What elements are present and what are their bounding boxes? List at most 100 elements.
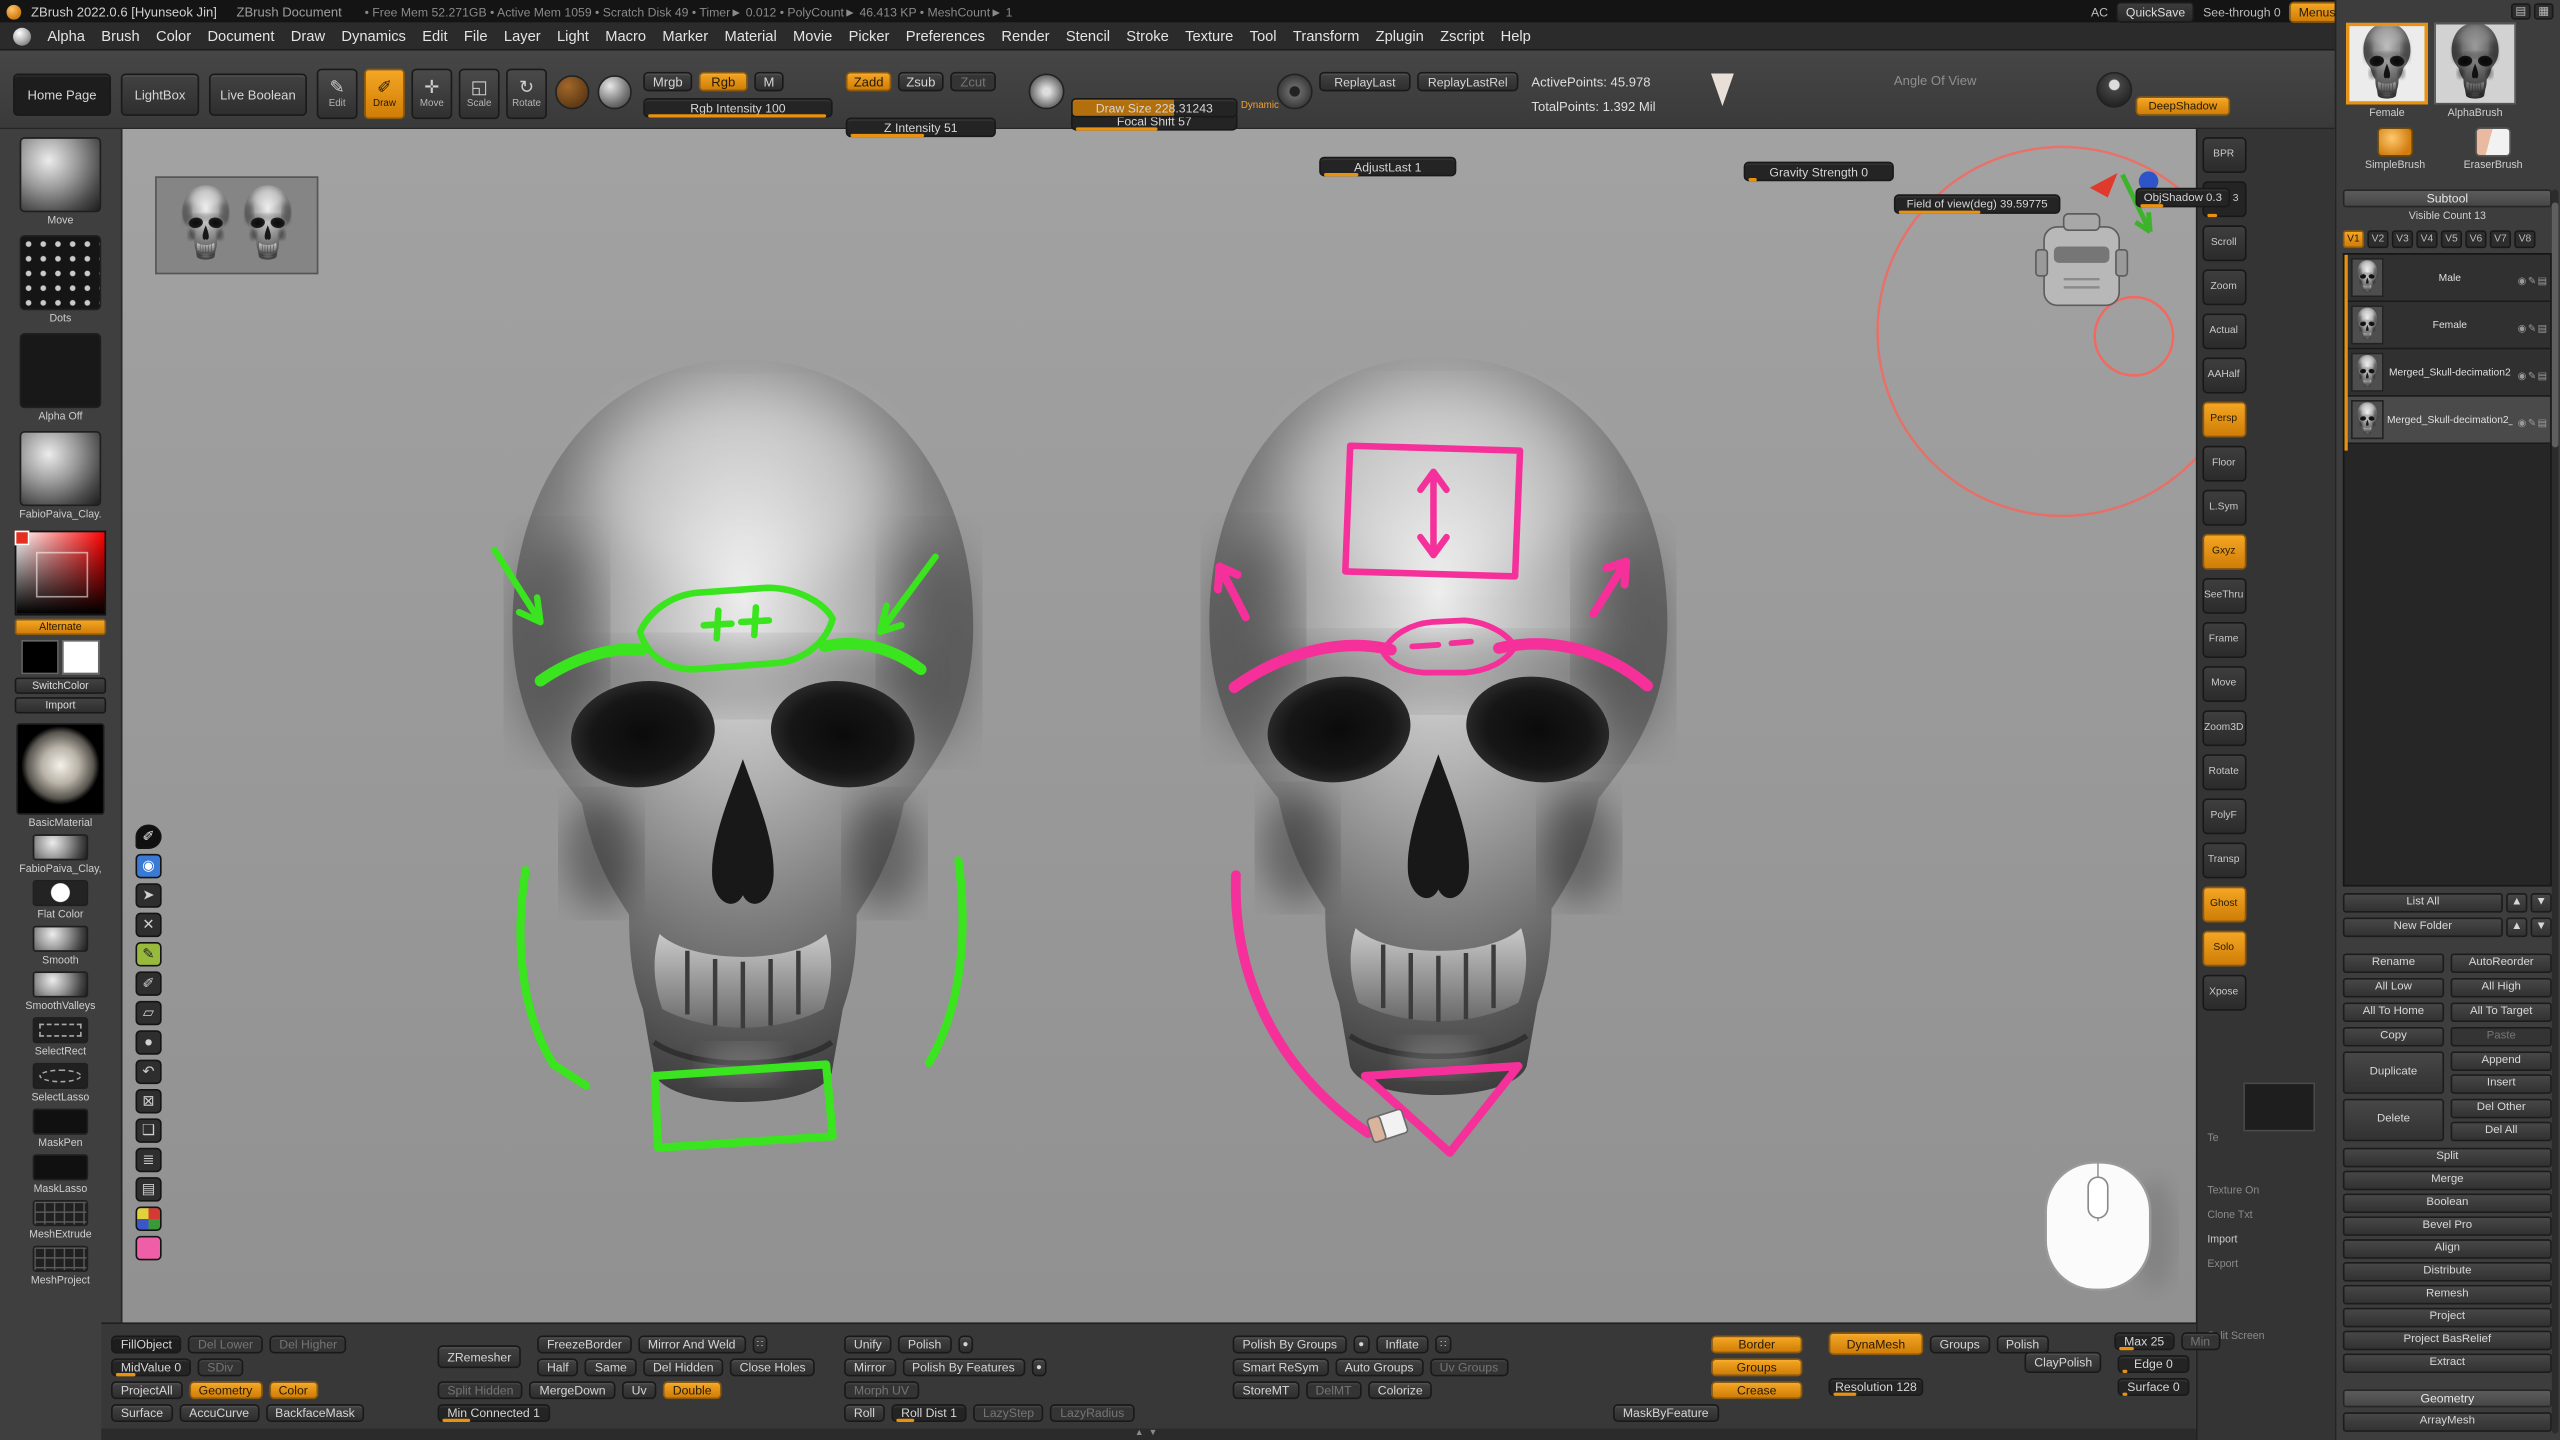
- option-slider[interactable]: Max 25: [2114, 1332, 2174, 1350]
- delete-button[interactable]: Delete: [2343, 1099, 2444, 1141]
- subtool-row[interactable]: Merged_Skull-decimation2 ◉✎▤: [2344, 349, 2550, 396]
- option-button[interactable]: Morph UV: [844, 1381, 919, 1399]
- paint-icon[interactable]: ✎: [2528, 372, 2536, 382]
- rotate-mode-button[interactable]: ↻ Rotate: [506, 69, 547, 120]
- append-button[interactable]: Append: [2451, 1051, 2552, 1071]
- solo-toggle[interactable]: Solo: [2202, 931, 2246, 967]
- zremesher-button[interactable]: ZRemesher: [438, 1345, 522, 1368]
- menu-item[interactable]: Layer: [504, 28, 541, 44]
- move-up-button[interactable]: ▲: [2506, 893, 2527, 913]
- del-all-button[interactable]: Del All: [2451, 1122, 2552, 1142]
- resolution-slider[interactable]: Resolution 128: [1829, 1378, 1924, 1396]
- dot-brush-icon[interactable]: ●: [136, 1030, 162, 1054]
- menu-item[interactable]: Light: [557, 28, 589, 44]
- menu-item[interactable]: Stencil: [1066, 28, 1110, 44]
- option-button[interactable]: Uv: [622, 1381, 657, 1399]
- option-button[interactable]: LazyRadius: [1050, 1404, 1134, 1422]
- tool-panel-scrollbar[interactable]: [2552, 189, 2559, 1433]
- secondary-color-swatch[interactable]: [62, 640, 100, 674]
- subtool-version-tab[interactable]: V5: [2441, 230, 2462, 248]
- menu-item[interactable]: Dynamics: [341, 28, 406, 44]
- mrgb-button[interactable]: Mrgb: [643, 72, 692, 92]
- option-button[interactable]: Half: [537, 1358, 578, 1376]
- xpose-button[interactable]: Xpose: [2202, 975, 2246, 1011]
- option-button[interactable]: Roll: [844, 1404, 885, 1422]
- menu-item[interactable]: Zplugin: [1376, 28, 1424, 44]
- local-symmetry-toggle[interactable]: L.Sym: [2202, 490, 2246, 526]
- current-tool-thumb[interactable]: [2346, 23, 2428, 105]
- menu-item[interactable]: Color: [156, 28, 191, 44]
- all-low-button[interactable]: All Low: [2343, 978, 2444, 998]
- menu-item[interactable]: Material: [724, 28, 776, 44]
- subtool-header[interactable]: Subtool: [2343, 189, 2552, 207]
- left-skull-model[interactable]: [512, 360, 973, 1102]
- option-button[interactable]: Auto Groups: [1335, 1358, 1423, 1376]
- z-intensity-slider[interactable]: Z Intensity 51: [846, 118, 996, 138]
- subtool-row[interactable]: Female ◉✎▤: [2344, 302, 2550, 349]
- option-button[interactable]: StoreMT: [1233, 1381, 1300, 1399]
- autoreorder-button[interactable]: AutoReorder: [2451, 953, 2552, 973]
- option-button[interactable]: MergeDown: [530, 1381, 616, 1399]
- brush-item[interactable]: MaskLasso: [8, 1154, 112, 1195]
- draw-mode-button[interactable]: ✐ Draw: [364, 69, 405, 120]
- replay-last-rel-button[interactable]: ReplayLastRel: [1417, 72, 1518, 92]
- menu-item[interactable]: File: [464, 28, 488, 44]
- subtool-version-tab[interactable]: V2: [2367, 230, 2388, 248]
- del-other-button[interactable]: Del Other: [2451, 1099, 2552, 1119]
- gxyz-toggle[interactable]: Gxyz: [2202, 534, 2246, 570]
- pin-marker-icon[interactable]: ✐: [136, 824, 162, 848]
- visibility-icon[interactable]: ◉: [2518, 372, 2527, 382]
- eraser-brush-item[interactable]: EraserBrush: [2451, 127, 2536, 171]
- frame-button[interactable]: Frame: [2202, 622, 2246, 658]
- comment-icon[interactable]: ❑: [136, 1118, 162, 1142]
- option-button[interactable]: Mirror: [844, 1358, 896, 1376]
- option-button[interactable]: Same: [585, 1358, 637, 1376]
- folder-icon[interactable]: ▤: [2538, 372, 2547, 382]
- subtool-action-button[interactable]: Project: [2343, 1308, 2552, 1328]
- subtool-version-tab[interactable]: V4: [2416, 230, 2437, 248]
- copy-button[interactable]: Copy: [2343, 1027, 2444, 1047]
- option-button[interactable]: Polish By Groups: [1233, 1336, 1347, 1354]
- option-button[interactable]: SDiv: [198, 1358, 243, 1376]
- current-texture-thumb[interactable]: FabioPaiva_Clay.: [13, 431, 108, 521]
- focal-falloff-icon[interactable]: [1029, 73, 1065, 109]
- panel-dock-icon[interactable]: ▤: [2511, 3, 2531, 19]
- insert-button[interactable]: Insert: [2451, 1074, 2552, 1094]
- brush-item[interactable]: MeshProject: [8, 1246, 112, 1287]
- stroke-delete-icon[interactable]: ✕: [136, 913, 162, 937]
- menu-item[interactable]: Help: [1501, 28, 1531, 44]
- geometry-header[interactable]: Geometry: [2343, 1389, 2552, 1407]
- option-button[interactable]: LazyStep: [973, 1404, 1044, 1422]
- dynamesh-button[interactable]: DynaMesh: [1829, 1332, 1924, 1355]
- folder-icon[interactable]: ▤: [2538, 420, 2547, 430]
- brush-item[interactable]: SelectLasso: [8, 1063, 112, 1104]
- subtool-action-button[interactable]: Distribute: [2343, 1262, 2552, 1282]
- option-button[interactable]: Polish: [1996, 1336, 2049, 1354]
- subtool-action-button[interactable]: Boolean: [2343, 1193, 2552, 1213]
- subtool-version-tab[interactable]: V8: [2514, 230, 2535, 248]
- all-high-button[interactable]: All High: [2451, 978, 2552, 998]
- option-toggle[interactable]: Crease: [1711, 1381, 1802, 1399]
- option-button[interactable]: FillObject: [111, 1336, 182, 1354]
- option-button[interactable]: Uv Groups: [1430, 1358, 1508, 1376]
- current-brush-thumb[interactable]: Move: [13, 137, 108, 227]
- floor-toggle[interactable]: Floor: [2202, 446, 2246, 482]
- scale-mode-button[interactable]: ◱ Scale: [459, 69, 500, 120]
- m-button[interactable]: M: [754, 72, 783, 92]
- right-skull-model[interactable]: [1209, 357, 1667, 1095]
- menu-item[interactable]: Preferences: [906, 28, 985, 44]
- option-button[interactable]: Colorize: [1368, 1381, 1433, 1399]
- option-toggle[interactable]: Border: [1711, 1336, 1802, 1354]
- zcut-button[interactable]: Zcut: [950, 72, 996, 92]
- current-stroke-thumb[interactable]: Dots: [13, 235, 108, 325]
- menu-item[interactable]: Texture: [1185, 28, 1233, 44]
- option-button[interactable]: ●: [1353, 1336, 1369, 1354]
- current-material-icon[interactable]: [598, 75, 632, 109]
- menu-item[interactable]: Macro: [605, 28, 646, 44]
- option-button[interactable]: Double: [663, 1381, 721, 1399]
- move-mode-button[interactable]: ✛ Move: [411, 69, 452, 120]
- replay-last-button[interactable]: ReplayLast: [1319, 72, 1410, 92]
- lightbox-button[interactable]: LightBox: [121, 73, 199, 115]
- surface-slider[interactable]: Surface 0: [2118, 1378, 2190, 1396]
- option-button[interactable]: ∷: [752, 1336, 768, 1354]
